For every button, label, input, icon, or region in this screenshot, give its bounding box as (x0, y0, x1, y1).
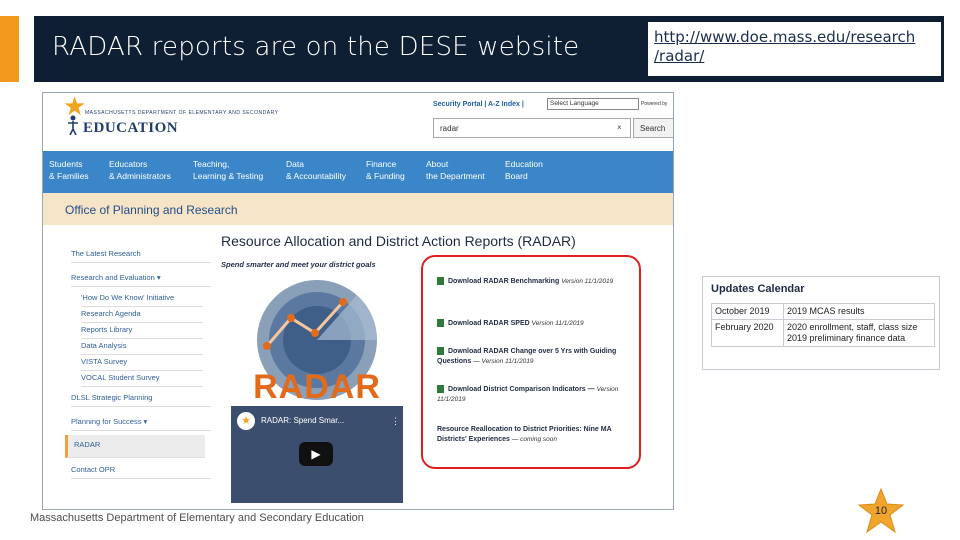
table-row: October 2019 2019 MCAS results (710, 303, 935, 320)
powered-by: Powered by (641, 101, 668, 107)
download-item[interactable]: Download RADAR Change over 5 Yrs with Gu… (437, 347, 633, 367)
office-title[interactable]: Office of Planning and Research (65, 203, 238, 217)
sidebar-item-dlsl[interactable]: DLSL Strategic Planning (71, 393, 211, 407)
download-item[interactable]: Resource Reallocation to District Priori… (437, 425, 633, 445)
sidebar-item-reports-library[interactable]: Reports Library (81, 325, 203, 339)
calendar-date: February 2020 (710, 319, 785, 347)
calendar-date: October 2019 (710, 303, 785, 320)
logo-main-text: EDUCATION (83, 120, 179, 136)
updates-calendar: Updates Calendar October 2019 2019 MCAS … (702, 276, 940, 370)
clear-icon[interactable]: × (617, 123, 622, 132)
nav-item-students[interactable]: Students & Families (49, 158, 89, 182)
calendar-table: October 2019 2019 MCAS results February … (710, 303, 935, 347)
sidebar-item-how-do-we-know[interactable]: 'How Do We Know' Initiative (81, 293, 203, 307)
sidebar-item-vista[interactable]: VISTA Survey (81, 357, 203, 371)
download-item[interactable]: Download RADAR SPED Version 11/1/2019 (437, 319, 633, 329)
excel-icon (437, 347, 444, 356)
website-screenshot: ★ MASSACHUSETTS DEPARTMENT OF ELEMENTARY… (42, 92, 674, 510)
portal-links[interactable]: Security Portal | A-Z Index | (433, 101, 524, 108)
sidebar-item-latest[interactable]: The Latest Research (71, 249, 211, 263)
sidebar-item-research[interactable]: Research and Evaluation ▾ (71, 273, 211, 287)
sidebar-item-data-analysis[interactable]: Data Analysis (81, 341, 203, 355)
nav-item-finance[interactable]: Finance & Funding (366, 158, 405, 182)
download-item[interactable]: Download District Comparison Indicators … (437, 385, 633, 405)
slide-footer: Massachusetts Department of Elementary a… (30, 512, 364, 524)
download-highlight: Download RADAR Benchmarking Version 11/1… (421, 255, 641, 469)
report-title: Resource Allocation and District Action … (221, 233, 576, 249)
nav-item-educators[interactable]: Educators & Administrators (109, 158, 171, 182)
sidebar-item-contact[interactable]: Contact OPR (71, 465, 211, 479)
slide: RADAR reports are on the DESE website ht… (0, 0, 960, 540)
url-line-2: /radar/ (654, 47, 705, 65)
report-subtitle: Spend smarter and meet your district goa… (221, 260, 376, 269)
website-link[interactable]: http://www.doe.mass.edu/research /radar/ (654, 28, 935, 66)
table-row: February 2020 2020 enrollment, staff, cl… (710, 319, 935, 347)
nav-item-teaching[interactable]: Teaching, Learning & Testing (193, 158, 263, 182)
video-title: RADAR: Spend Smar... (261, 416, 345, 425)
calendar-items: 2020 enrollment, staff, class size 2019 p… (783, 319, 935, 347)
radar-wordmark: RADAR (253, 368, 381, 406)
download-item[interactable]: Download RADAR Benchmarking Version 11/1… (437, 277, 633, 287)
search-button[interactable]: Search (633, 118, 673, 138)
more-options-icon[interactable]: ⋮ (391, 416, 400, 427)
excel-icon (437, 319, 444, 328)
video-player[interactable]: ★ RADAR: Spend Smar... ⋮ ▶ (231, 406, 403, 503)
url-box: http://www.doe.mass.edu/research /radar/ (648, 22, 941, 76)
nav-item-board[interactable]: Education Board (505, 158, 543, 182)
logo-small-text: MASSACHUSETTS DEPARTMENT OF ELEMENTARY A… (85, 110, 279, 116)
office-band: Office of Planning and Research (43, 193, 673, 225)
slide-title: RADAR reports are on the DESE website (52, 32, 580, 62)
page-number: 10 (874, 505, 888, 517)
sidebar-item-research-agenda[interactable]: Research Agenda (81, 309, 203, 323)
search-input[interactable]: radar (433, 118, 631, 138)
nav-item-data[interactable]: Data & Accountability (286, 158, 346, 182)
url-line-1: http://www.doe.mass.edu/research (654, 28, 916, 46)
calendar-title: Updates Calendar (711, 283, 805, 295)
calendar-items: 2019 MCAS results (783, 303, 935, 320)
play-icon[interactable]: ▶ (299, 442, 333, 466)
sidebar-item-planning[interactable]: Planning for Success ▾ (71, 417, 211, 431)
sidebar-item-radar[interactable]: RADAR (65, 435, 205, 458)
site-header: ★ MASSACHUSETTS DEPARTMENT OF ELEMENTARY… (43, 93, 673, 151)
language-select[interactable]: Select Language (547, 98, 639, 110)
accent-bar (0, 16, 19, 82)
sidebar-item-vocal[interactable]: VOCAL Student Survey (81, 373, 203, 387)
channel-avatar-icon: ★ (237, 412, 255, 430)
nav-item-about[interactable]: About the Department (426, 158, 485, 182)
excel-icon (437, 385, 444, 394)
person-logo-icon (68, 115, 78, 135)
excel-icon (437, 277, 444, 286)
main-nav: Students & Families Educators & Administra… (43, 151, 673, 193)
